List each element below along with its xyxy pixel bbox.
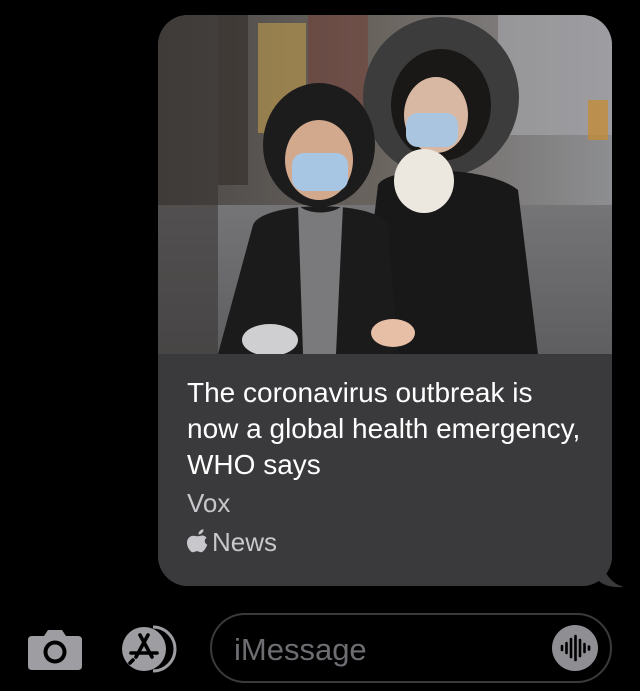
article-caption: The coronavirus outbreak is now a global… xyxy=(158,354,612,586)
article-thumbnail-image xyxy=(158,15,612,354)
link-preview-bubble[interactable]: The coronavirus outbreak is now a global… xyxy=(158,15,612,586)
input-placeholder: iMessage xyxy=(234,632,367,667)
app-store-icon[interactable] xyxy=(117,624,183,674)
apple-icon xyxy=(187,529,208,553)
messages-screen: The coronavirus outbreak is now a global… xyxy=(0,0,640,691)
app-name: News xyxy=(212,527,278,557)
article-source: Vox xyxy=(187,488,231,518)
imessage-input[interactable]: iMessage xyxy=(210,613,612,683)
app-attribution: News xyxy=(187,526,277,558)
article-headline: The coronavirus outbreak is now a global… xyxy=(187,377,581,480)
audio-waveform-icon[interactable] xyxy=(552,625,598,671)
camera-icon[interactable] xyxy=(28,626,82,670)
